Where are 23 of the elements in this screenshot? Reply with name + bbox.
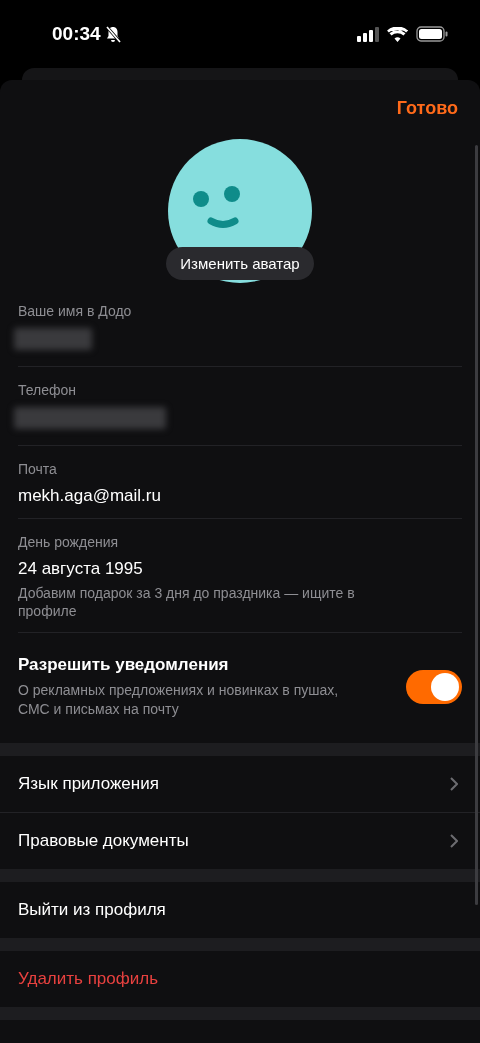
field-value: 24 августа 1995: [18, 559, 144, 579]
menu-item[interactable]: Правовые документы: [18, 831, 189, 851]
field-value: mekh.aga@mail.ru: [18, 486, 162, 506]
delete-profile-link[interactable]: Удалить профиль: [18, 969, 158, 989]
status-time: 00:34: [52, 23, 101, 45]
menu-item[interactable]: Язык приложения: [18, 774, 159, 794]
wifi-icon: [387, 26, 408, 42]
field-label: Телефон: [18, 382, 78, 398]
field-label: Ваше имя в Додо: [18, 303, 133, 319]
battery-icon: [416, 26, 448, 42]
notifications-description: О рекламных предложениях и новинках в пушах, СМС и письмах на почту: [18, 681, 340, 719]
field-label: Почта: [18, 461, 58, 477]
field-hint: Добавим подарок за 3 дня до праздника — ищите в профиле: [18, 584, 356, 620]
field-label: День рождения: [18, 534, 120, 550]
logout-link[interactable]: Выйти из профиля: [18, 900, 166, 920]
muted-bell-icon: [104, 25, 121, 43]
chevron-right-icon: [450, 777, 458, 791]
change-avatar-button[interactable]: Изменить аватар: [166, 247, 314, 280]
signal-icon: [357, 26, 379, 42]
done-button[interactable]: Готово: [396, 98, 458, 119]
chevron-right-icon: [450, 834, 458, 848]
notifications-toggle[interactable]: [406, 670, 462, 704]
notifications-title: Разрешить уведомления: [18, 655, 230, 675]
